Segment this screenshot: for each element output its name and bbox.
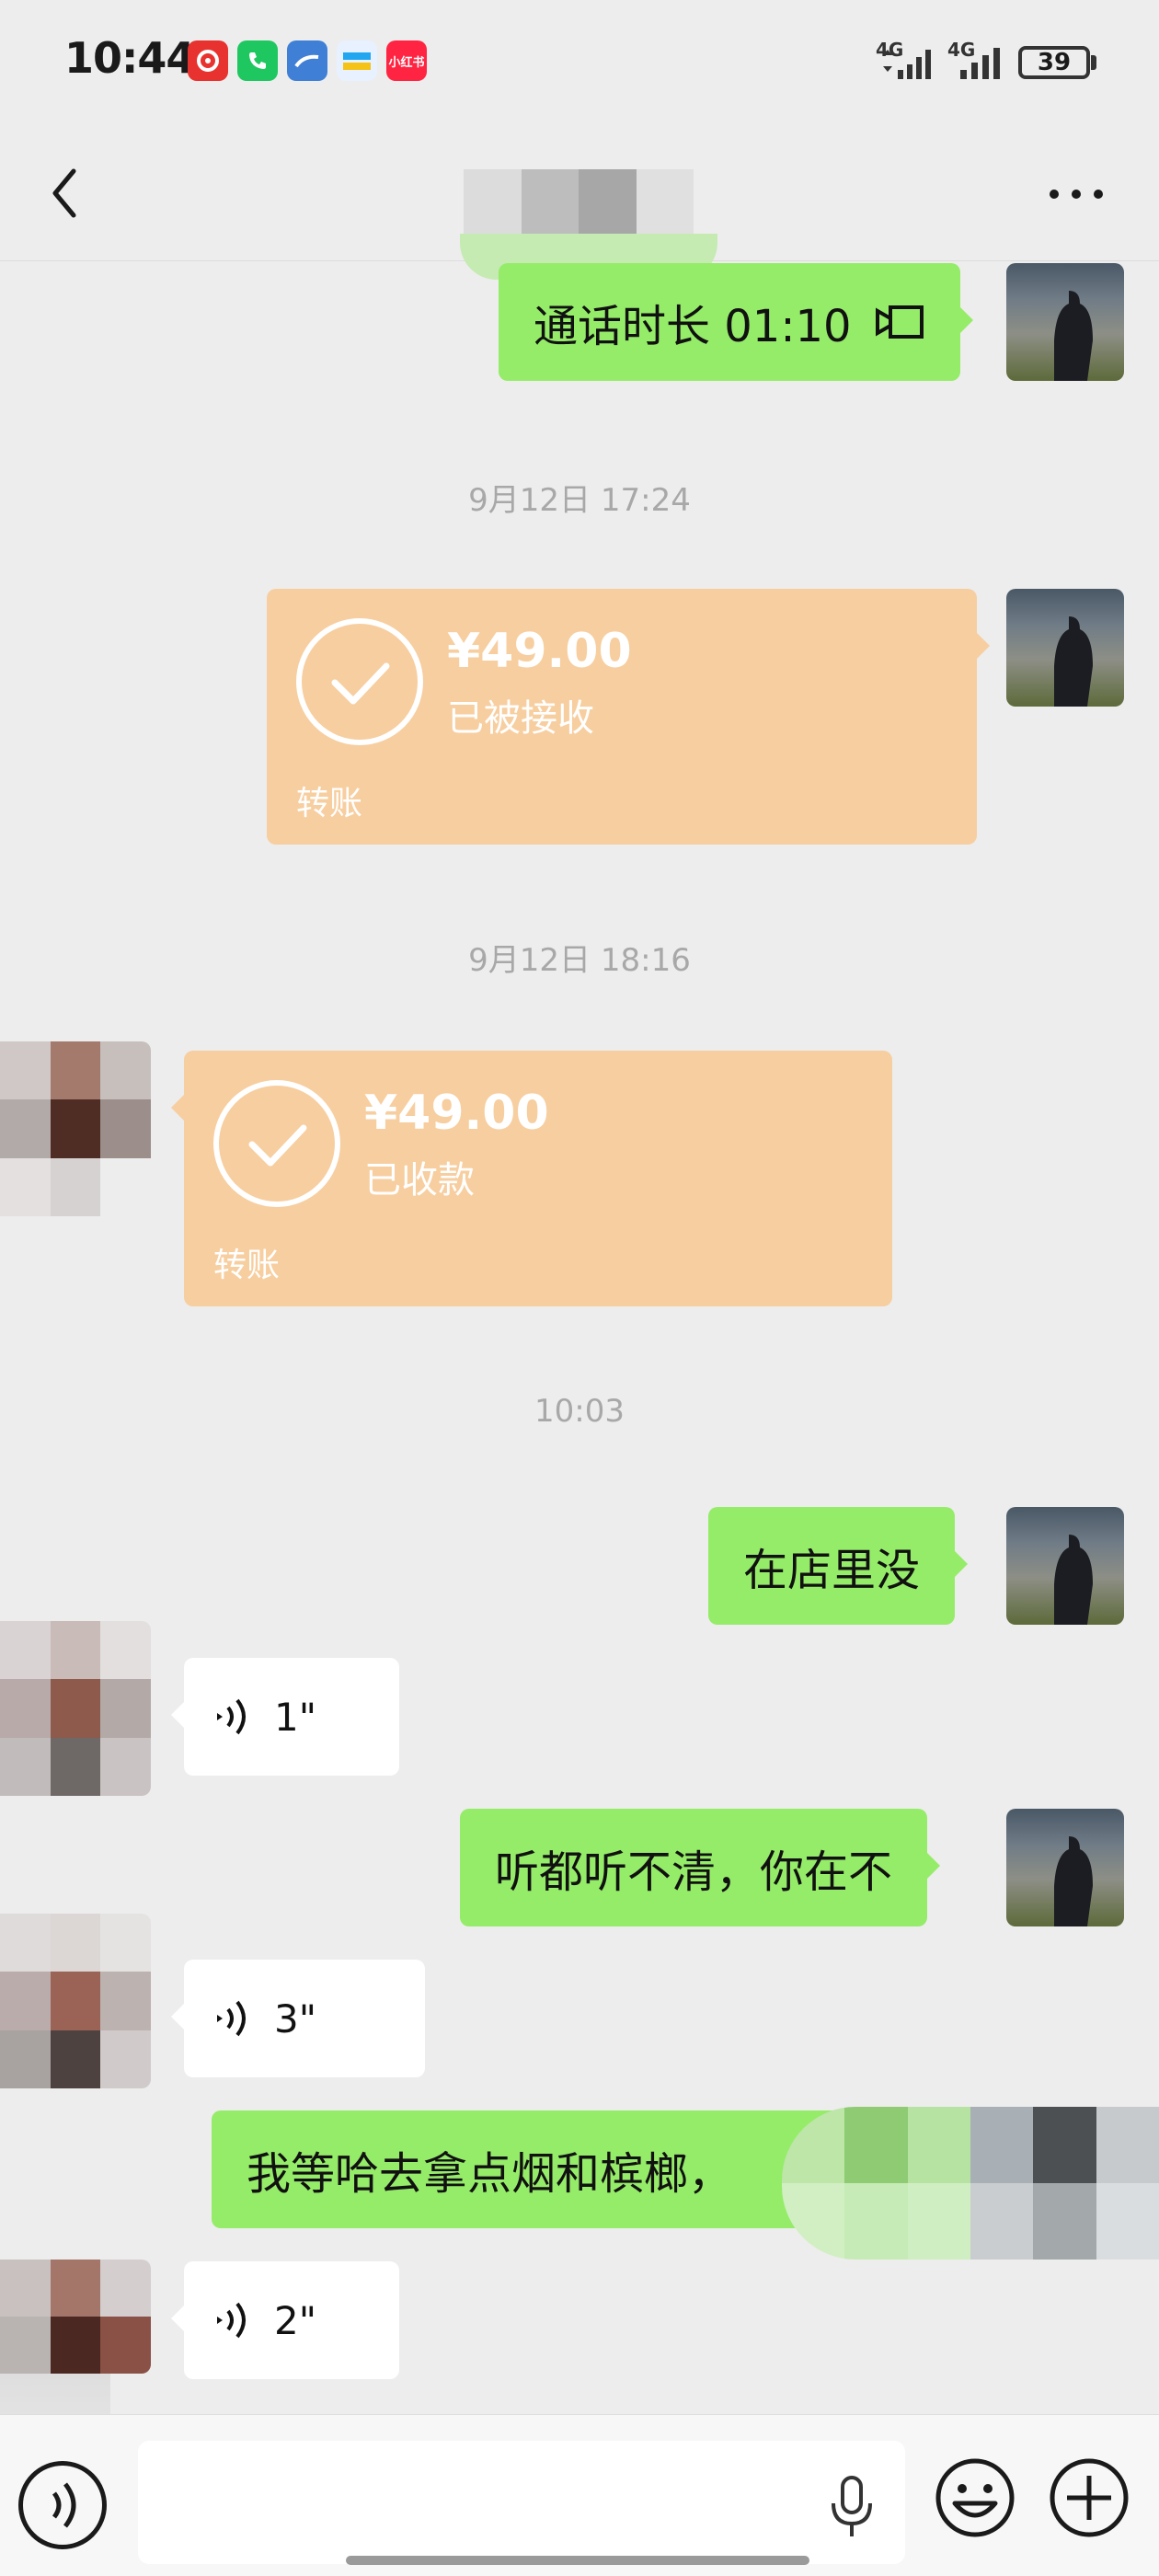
avatar[interactable] — [1006, 1507, 1124, 1625]
message-text: 在店里没 — [743, 1545, 921, 1596]
voice-wave-icon — [217, 2302, 246, 2339]
call-record-bubble[interactable]: 通话时长 01:10 — [499, 263, 973, 381]
transfer-label: 转账 — [213, 1247, 281, 1284]
text-message-bubble[interactable]: 在店里没 — [708, 1507, 969, 1625]
voice-duration: 3" — [274, 1995, 317, 2041]
call-duration-text: 通话时长 01:10 — [534, 301, 852, 352]
transfer-status: 已被接收 — [447, 697, 594, 740]
browser-app-icon — [287, 40, 327, 81]
battery-tip — [1091, 55, 1096, 70]
transfer-amount: ¥49.00 — [364, 1086, 549, 1141]
transfer-card[interactable]: ¥49.00 已收款 转账 — [171, 1051, 892, 1306]
signal-icon — [883, 50, 931, 79]
emoji-icon[interactable] — [933, 2455, 1017, 2540]
timestamp: 9月12日 17:24 — [468, 482, 691, 519]
avatar[interactable] — [0, 1621, 151, 1796]
message-text: 听都听不清，你在不 — [495, 1846, 893, 1898]
phone-app-icon — [237, 40, 278, 81]
avatar[interactable] — [1006, 263, 1124, 381]
redaction-overlay — [782, 2107, 1159, 2260]
input-bar — [0, 2414, 1159, 2576]
voice-duration: 2" — [274, 2297, 317, 2343]
avatar[interactable] — [0, 1041, 151, 1216]
voice-mode-icon[interactable] — [18, 2461, 107, 2549]
xiaohongshu-icon: 小红书 — [386, 40, 427, 81]
battery-level: 39 — [1037, 49, 1072, 76]
microphone-icon[interactable] — [824, 2474, 879, 2540]
ellipsis-icon[interactable] — [1039, 171, 1113, 217]
voice-wave-icon — [217, 2000, 246, 2037]
transfer-status: 已收款 — [364, 1159, 475, 1202]
transfer-label: 转账 — [296, 785, 363, 822]
bank-app-icon — [337, 40, 377, 81]
voice-message-bubble[interactable]: 1" — [171, 1658, 399, 1776]
text-message-bubble[interactable]: 听都听不清，你在不 — [460, 1809, 941, 1926]
transfer-amount: ¥49.00 — [447, 624, 632, 679]
signal-icon — [960, 48, 1000, 79]
voice-message-bubble[interactable]: 3" — [171, 1960, 425, 2077]
voice-duration: 1" — [274, 1694, 317, 1740]
message-text: 我等哈去拿点烟和槟榔， — [247, 2148, 733, 2200]
check-circle-icon — [296, 618, 423, 745]
chevron-left-icon[interactable] — [37, 156, 96, 230]
avatar[interactable] — [1006, 589, 1124, 707]
message-input[interactable] — [138, 2441, 905, 2564]
plus-icon[interactable] — [1047, 2455, 1131, 2540]
check-circle-icon — [213, 1080, 340, 1207]
avatar[interactable] — [1006, 1809, 1124, 1926]
contact-name-redacted — [464, 169, 694, 236]
avatar[interactable] — [0, 1914, 151, 2088]
battery-icon: 39 — [1018, 46, 1090, 79]
status-time: 10:44 — [64, 33, 195, 83]
avatar[interactable] — [0, 2260, 151, 2374]
voice-wave-icon — [217, 1698, 246, 1735]
status-bar: 10:44 小红书 4G 4G 39 — [0, 0, 1159, 120]
netease-music-icon — [188, 40, 228, 81]
timestamp: 9月12日 18:16 — [468, 942, 691, 979]
voice-message-bubble[interactable]: 2" — [171, 2261, 399, 2379]
home-indicator[interactable] — [346, 2556, 809, 2565]
video-call-icon — [875, 305, 924, 339]
transfer-card[interactable]: ¥49.00 已被接收 转账 — [267, 589, 990, 845]
timestamp: 10:03 — [534, 1393, 625, 1430]
